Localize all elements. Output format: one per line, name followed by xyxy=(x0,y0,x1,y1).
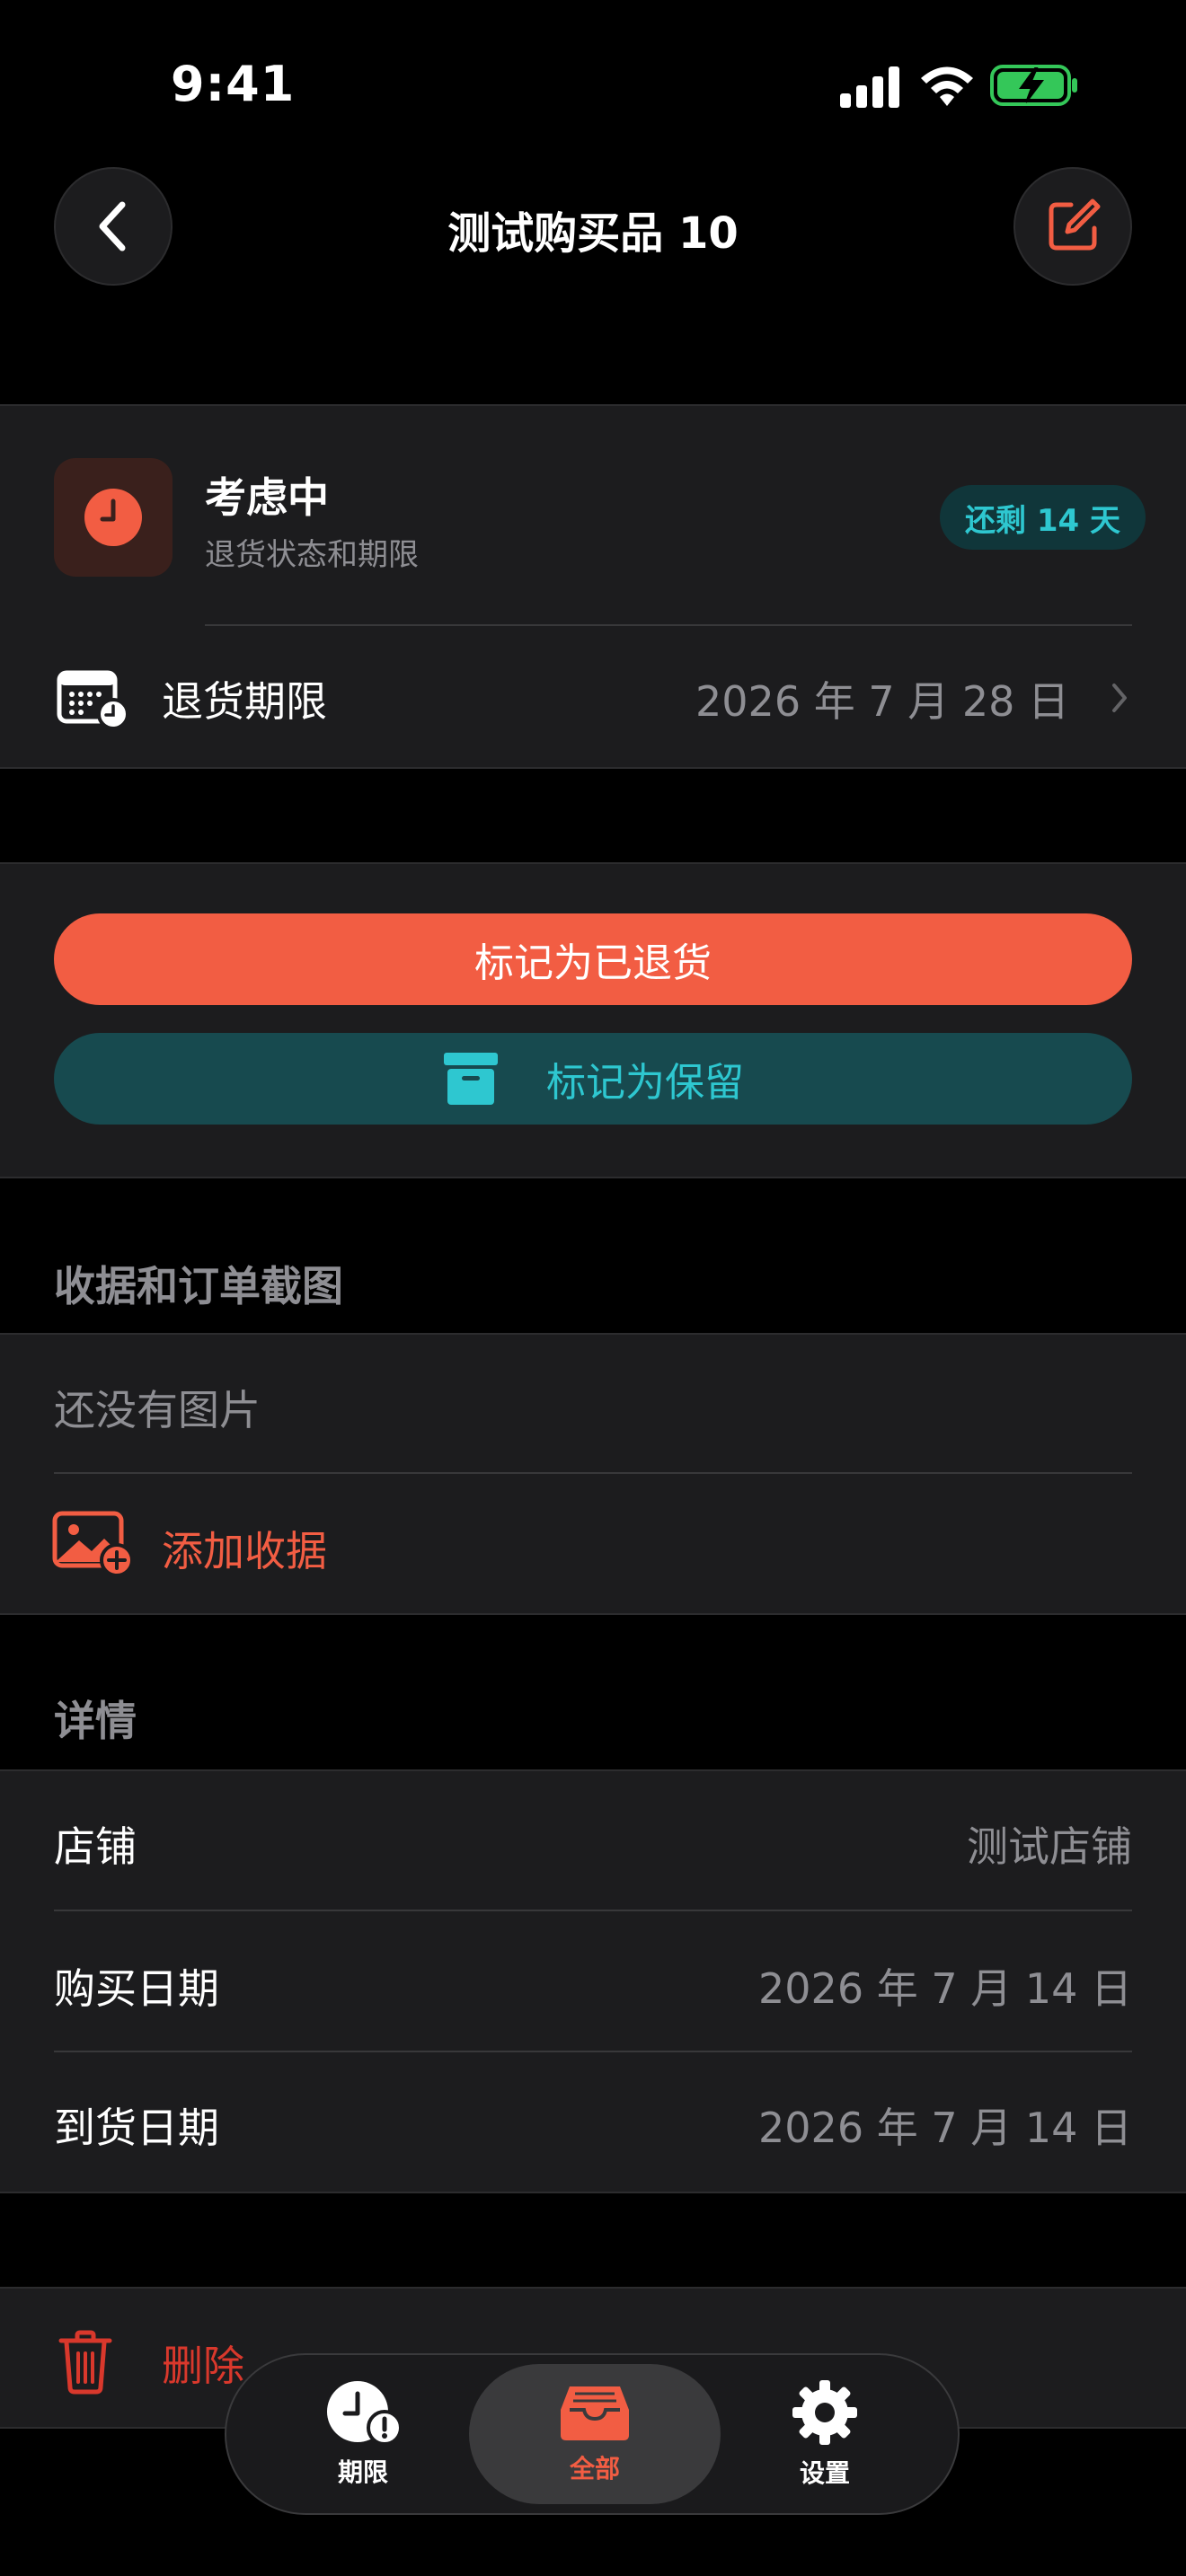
arrival-date-label: 到货日期 xyxy=(54,2104,219,2152)
status-time: 9:41 xyxy=(171,56,296,112)
clock-alert-icon xyxy=(327,2381,401,2446)
arrival-date-row: 到货日期 2026 年 7 月 14 日 xyxy=(0,2052,1186,2192)
page-title: 测试购买品 10 xyxy=(447,208,739,259)
wifi-icon xyxy=(921,66,973,106)
tab-deadlines[interactable]: 期限 xyxy=(237,2364,489,2504)
delete-label: 删除 xyxy=(162,2342,244,2390)
add-receipt-button[interactable]: 添加收据 xyxy=(0,1474,1186,1613)
return-deadline-value: 2026 年 7 月 28 日 xyxy=(695,677,1069,726)
calendar-clock-icon xyxy=(57,670,129,730)
mark-kept-button[interactable]: 标记为保留 xyxy=(54,1033,1132,1125)
tab-all-label: 全部 xyxy=(569,2454,620,2483)
tab-settings[interactable]: 设置 xyxy=(699,2364,951,2504)
purchase-date-row: 购买日期 2026 年 7 月 14 日 xyxy=(0,1911,1186,2051)
purchase-date-value: 2026 年 7 月 14 日 xyxy=(758,1964,1132,2013)
archive-box-icon xyxy=(444,1053,498,1105)
clock-icon xyxy=(84,489,142,546)
add-receipt-label: 添加收据 xyxy=(162,1527,327,1575)
mark-returned-label: 标记为已退货 xyxy=(474,940,712,986)
edit-button[interactable] xyxy=(1013,167,1132,286)
tray-icon xyxy=(561,2386,629,2440)
tab-deadlines-label: 期限 xyxy=(337,2457,388,2487)
chevron-right-icon xyxy=(1112,684,1127,712)
return-deadline-label: 退货期限 xyxy=(162,677,327,726)
status-icon-container xyxy=(54,458,173,577)
status-subtitle: 退货状态和期限 xyxy=(205,537,419,573)
actions-card xyxy=(0,862,1186,1178)
mark-returned-button[interactable]: 标记为已退货 xyxy=(54,913,1132,1005)
arrival-date-value: 2026 年 7 月 14 日 xyxy=(758,2104,1132,2152)
cellular-signal-icon xyxy=(840,66,899,108)
mark-kept-label: 标记为保留 xyxy=(546,1060,744,1106)
days-remaining-badge: 还剩 14 天 xyxy=(940,485,1146,550)
trash-icon xyxy=(58,2330,112,2395)
tab-bar: 期限 全部 设置 xyxy=(225,2353,960,2515)
details-section-header: 详情 xyxy=(54,1697,137,1745)
tab-all[interactable]: 全部 xyxy=(469,2364,721,2504)
store-value: 测试店铺 xyxy=(967,1822,1132,1871)
add-photo-icon xyxy=(52,1511,134,1577)
purchase-date-label: 购买日期 xyxy=(54,1964,219,2013)
tab-settings-label: 设置 xyxy=(799,2458,850,2488)
gear-icon xyxy=(792,2380,857,2445)
no-images-text: 还没有图片 xyxy=(54,1386,261,1434)
return-deadline-row[interactable]: 退货期限 2026 年 7 月 28 日 xyxy=(0,626,1186,767)
status-title: 考虑中 xyxy=(205,473,329,522)
store-row: 店铺 测试店铺 xyxy=(0,1771,1186,1910)
store-label: 店铺 xyxy=(54,1822,137,1871)
receipts-section-header: 收据和订单截图 xyxy=(54,1262,343,1310)
battery-charging-icon xyxy=(990,65,1077,106)
compose-icon xyxy=(1049,198,1101,251)
